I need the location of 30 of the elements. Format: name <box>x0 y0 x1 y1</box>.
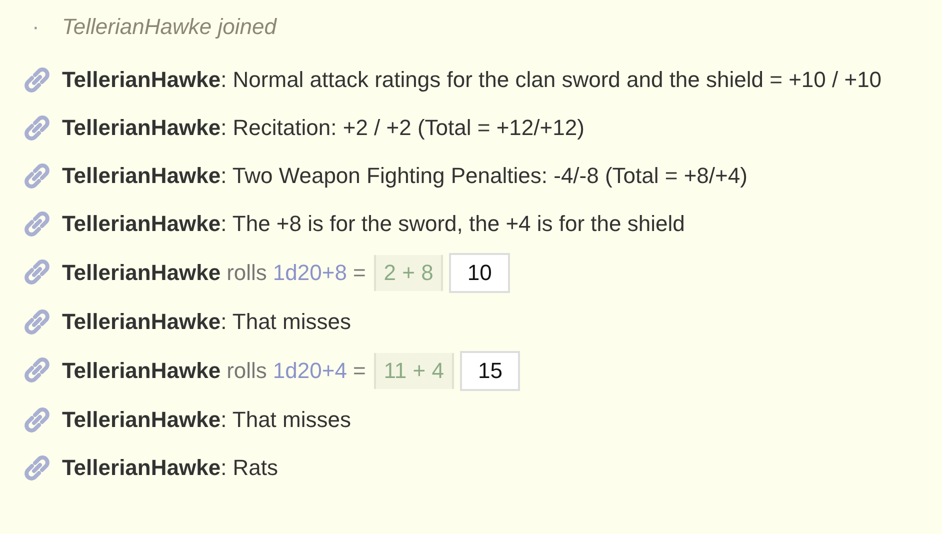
roll-breakdown: 11 + 4 <box>374 353 454 389</box>
link-icon[interactable] <box>24 163 50 189</box>
dice-formula: 1d20+4 <box>272 358 347 384</box>
chat-message: TellerianHawke: Two Weapon Fighting Penalties: -4/-8 (Total = +8/+4) <box>62 162 748 190</box>
link-icon[interactable] <box>24 357 50 383</box>
roll-breakdown: 2 + 8 <box>374 255 444 291</box>
chat-message: TellerianHawke: Recitation: +2 / +2 (Total = +12/+12) <box>62 114 586 142</box>
link-icon[interactable] <box>24 67 50 93</box>
link-icon[interactable] <box>24 259 50 285</box>
chat-message: TellerianHawke: The +8 is for the sword, the +4 is for the shield <box>62 210 686 238</box>
roll-verb: rolls <box>226 260 267 286</box>
roll-result: 15 <box>460 351 520 391</box>
roll-verb: rolls <box>226 358 267 384</box>
chat-message: TellerianHawke: Normal attack ratings for the clan sword and the shield = +10 / +10 <box>62 66 883 94</box>
chat-message: TellerianHawke: That misses <box>62 406 352 434</box>
join-notice: TellerianHawke joined <box>62 13 276 41</box>
link-icon[interactable] <box>24 211 50 237</box>
author-name: TellerianHawke <box>62 260 221 286</box>
link-icon[interactable] <box>24 407 50 433</box>
link-icon[interactable] <box>24 309 50 335</box>
dice-formula: 1d20+8 <box>272 260 347 286</box>
link-icon[interactable] <box>24 115 50 141</box>
roll-result: 10 <box>449 253 510 293</box>
equals-sign: = <box>352 358 366 384</box>
link-icon[interactable] <box>24 455 50 481</box>
bullet-dot: · <box>32 13 40 41</box>
chat-message: TellerianHawke: That misses <box>62 308 352 336</box>
equals-sign: = <box>352 260 366 286</box>
author-name: TellerianHawke <box>62 358 221 384</box>
chat-message: TellerianHawke: Rats <box>62 454 280 482</box>
